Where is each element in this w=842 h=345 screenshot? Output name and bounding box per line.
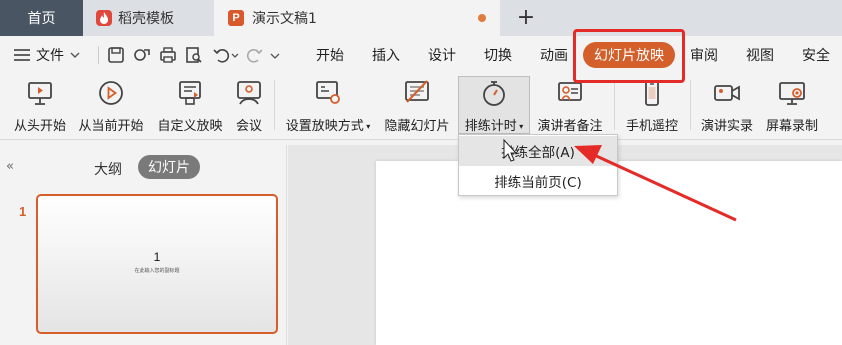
- separator: [274, 80, 275, 130]
- custom-show-icon: [173, 76, 207, 110]
- new-tab-button[interactable]: +: [514, 6, 538, 30]
- custom-show-button[interactable]: 自定义放映: [154, 74, 226, 136]
- presentation-file-icon: P: [228, 10, 244, 26]
- hide-slide-button[interactable]: 隐藏幻灯片: [382, 74, 452, 136]
- tab-home[interactable]: 首页: [0, 0, 83, 36]
- menu-design[interactable]: 设计: [428, 36, 456, 74]
- file-menu-label: 文件: [36, 48, 64, 64]
- play-circle-icon: [94, 76, 128, 110]
- stopwatch-icon: [477, 76, 511, 110]
- undo-icon[interactable]: [212, 45, 232, 65]
- slide-number: 1: [19, 204, 27, 219]
- rehearse-dropdown-menu: 排练全部(A) 排练当前页(C): [458, 134, 618, 196]
- rehearse-timing-label: 排练计时 ▾: [464, 119, 524, 134]
- print-icon[interactable]: [158, 45, 178, 65]
- tab-outline[interactable]: 大纲: [94, 159, 122, 179]
- rehearse-all-item[interactable]: 排练全部(A): [459, 136, 617, 166]
- setup-show-icon: [311, 76, 345, 110]
- collapse-panel-icon[interactable]: «: [6, 159, 14, 174]
- meeting-label: 会议: [235, 119, 262, 134]
- screen-record-button[interactable]: 屏幕录制: [762, 74, 822, 136]
- video-camera-icon: [710, 76, 744, 110]
- tab-document[interactable]: P 演示文稿1: [214, 0, 500, 36]
- menu-security[interactable]: 安全: [802, 36, 830, 74]
- setup-show-button[interactable]: 设置放映方式 ▾: [280, 74, 376, 136]
- menu-start[interactable]: 开始: [316, 36, 344, 74]
- title-bar: 首页 稻壳模板 P 演示文稿1 +: [0, 0, 842, 36]
- save-icon[interactable]: [106, 45, 126, 65]
- export-icon[interactable]: [132, 45, 152, 65]
- menu-view[interactable]: 视图: [746, 36, 774, 74]
- meeting-button[interactable]: 会议: [230, 74, 268, 136]
- presenter-notes-button[interactable]: 演讲者备注: [534, 74, 606, 136]
- phone-remote-button[interactable]: 手机遥控: [620, 74, 684, 136]
- slide-panel: « 大纲 幻灯片 1 1 在此输入您的副标题: [0, 145, 287, 345]
- tab-slides[interactable]: 幻灯片: [138, 155, 200, 179]
- slide-thumbnail[interactable]: 1 在此输入您的副标题: [36, 194, 278, 334]
- from-start-label: 从头开始: [13, 119, 66, 134]
- hide-slide-icon: [400, 76, 434, 110]
- tab-home-label: 首页: [27, 11, 56, 27]
- customize-toolbar-icon[interactable]: [268, 45, 282, 65]
- screen-record-label: 屏幕录制: [765, 119, 818, 134]
- screen-play-icon: [23, 76, 57, 110]
- docer-logo-icon: [96, 10, 112, 26]
- custom-show-label: 自定义放映: [157, 119, 223, 134]
- record-lecture-label: 演讲实录: [700, 119, 753, 134]
- ribbon-slideshow: 从头开始 从当前开始 自定义放映 会议 设置放映方式 ▾ 隐藏幻灯片 排练计时 …: [0, 74, 842, 140]
- menu-review[interactable]: 审阅: [690, 36, 718, 74]
- screen-record-icon: [775, 76, 809, 110]
- hide-slide-label: 隐藏幻灯片: [384, 119, 450, 134]
- menu-animation[interactable]: 动画: [540, 36, 568, 74]
- thumbnail-title: 1: [153, 250, 161, 264]
- unsaved-dot-icon: [478, 14, 486, 22]
- thumbnail-subtitle: 在此输入您的副标题: [134, 268, 180, 274]
- separator: [690, 80, 691, 130]
- setup-show-label: 设置放映方式 ▾: [285, 119, 371, 134]
- record-lecture-button[interactable]: 演讲实录: [696, 74, 758, 136]
- phone-remote-label: 手机遥控: [625, 119, 678, 134]
- redo-icon[interactable]: [244, 45, 264, 65]
- highlight-box: [573, 29, 685, 83]
- tab-templates-label: 稻壳模板: [118, 11, 174, 27]
- from-current-button[interactable]: 从当前开始: [76, 74, 146, 136]
- separator: [614, 80, 615, 130]
- menu-transition[interactable]: 切换: [484, 36, 512, 74]
- rehearse-current-item[interactable]: 排练当前页(C): [459, 166, 617, 196]
- file-menu[interactable]: 文件: [14, 36, 80, 74]
- rehearse-timing-button[interactable]: 排练计时 ▾: [458, 74, 530, 136]
- chevron-down-icon: [70, 52, 80, 58]
- tab-document-label: 演示文稿1: [252, 11, 317, 27]
- meeting-icon: [232, 76, 266, 110]
- from-current-label: 从当前开始: [78, 119, 144, 134]
- menu-insert[interactable]: 插入: [372, 36, 400, 74]
- undo-dropdown-icon[interactable]: [230, 45, 240, 65]
- presenter-notes-label: 演讲者备注: [537, 119, 603, 134]
- from-start-button[interactable]: 从头开始: [10, 74, 70, 136]
- print-preview-icon[interactable]: [184, 45, 204, 65]
- tab-templates[interactable]: 稻壳模板: [84, 0, 212, 36]
- hamburger-icon: [14, 49, 30, 61]
- separator: [98, 46, 99, 64]
- menu-bar: 文件 开始 插入 设计 切换 动画 幻灯片放映 审阅 视图 安全: [0, 36, 842, 74]
